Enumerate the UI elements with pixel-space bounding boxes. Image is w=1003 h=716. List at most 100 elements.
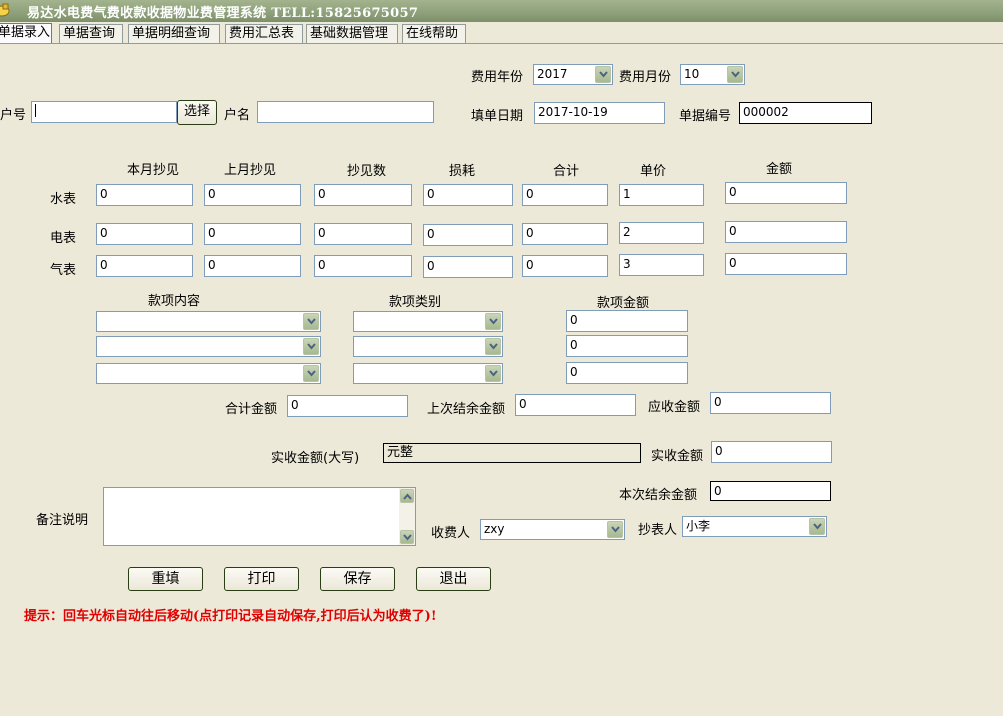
tab-online-help[interactable]: 在线帮助 (402, 24, 466, 43)
electric-price-input[interactable]: 2 (619, 222, 704, 244)
gas-previous-input[interactable]: 0 (204, 255, 301, 277)
item-content-header: 款项内容 (148, 294, 201, 309)
gas-subtotal-input[interactable]: 0 (522, 255, 608, 277)
water-loss-input[interactable]: 0 (423, 184, 513, 206)
month-label: 费用月份 (619, 70, 672, 85)
item-type-select-3[interactable] (353, 363, 503, 384)
item-amount-header: 款项金额 (597, 296, 650, 311)
item-type-select-1[interactable] (353, 311, 503, 332)
tab-basic-data[interactable]: 基础数据管理 (306, 24, 398, 43)
item-content-select-2[interactable] (96, 336, 321, 357)
account-input[interactable] (31, 101, 177, 123)
water-price-input[interactable]: 1 (619, 184, 704, 206)
tab-detail-query[interactable]: 单据明细查询 (128, 24, 220, 43)
gas-amount-input[interactable]: 0 (725, 253, 847, 275)
chevron-down-icon[interactable] (303, 338, 319, 355)
month-value: 10 (684, 67, 700, 81)
year-value: 2017 (537, 67, 568, 81)
docno-label: 单据编号 (679, 109, 732, 124)
reader-select[interactable]: 小李 (682, 516, 827, 537)
water-amount-input[interactable]: 0 (725, 182, 847, 204)
chevron-down-icon[interactable] (809, 518, 825, 535)
water-current-input[interactable]: 0 (96, 184, 193, 206)
water-meter-label: 水表 (50, 192, 77, 207)
tab-divider (0, 43, 1003, 44)
exit-button[interactable]: 退出 (416, 567, 491, 591)
title-bar: 易达水电费气费收款收据物业费管理系统 TELL:15825675057 (0, 0, 1003, 22)
col-amount: 金额 (766, 162, 793, 177)
gas-loss-input[interactable]: 0 (423, 256, 513, 278)
water-previous-input[interactable]: 0 (204, 184, 301, 206)
electric-count-input[interactable]: 0 (314, 223, 412, 245)
app-icon (0, 3, 10, 17)
gas-meter-label: 气表 (50, 263, 77, 278)
remarks-textarea[interactable] (103, 487, 416, 546)
paid-upper-display: 元整 (383, 443, 641, 463)
item-content-select-3[interactable] (96, 363, 321, 384)
tab-fee-summary[interactable]: 费用汇总表 (225, 24, 303, 43)
print-button[interactable]: 打印 (224, 567, 299, 591)
col-unit-price: 单价 (640, 164, 667, 179)
window-title: 易达水电费气费收款收据物业费管理系统 TELL:15825675057 (27, 6, 419, 21)
item-type-header: 款项类别 (389, 295, 442, 310)
col-loss: 损耗 (449, 164, 476, 179)
col-reading-count: 抄见数 (347, 164, 387, 179)
col-subtotal: 合计 (553, 164, 580, 179)
paid-input[interactable]: 0 (711, 441, 832, 463)
electric-previous-input[interactable]: 0 (204, 223, 301, 245)
electric-loss-input[interactable]: 0 (423, 224, 513, 246)
item-type-select-2[interactable] (353, 336, 503, 357)
electric-amount-input[interactable]: 0 (725, 221, 847, 243)
last-balance-input[interactable]: 0 (515, 394, 636, 416)
chevron-down-icon[interactable] (595, 66, 611, 83)
reader-label: 抄表人 (638, 523, 678, 538)
item-content-select-1[interactable] (96, 311, 321, 332)
scroll-down-icon[interactable] (400, 530, 414, 544)
item-amount-input-1[interactable]: 0 (566, 310, 688, 332)
docno-input[interactable]: 000002 (739, 102, 872, 124)
tab-receipt-entry[interactable]: 单据录入 (0, 23, 52, 44)
collector-label: 收费人 (431, 526, 471, 541)
chevron-down-icon[interactable] (485, 313, 501, 330)
gas-count-input[interactable]: 0 (314, 255, 412, 277)
chevron-down-icon[interactable] (303, 365, 319, 382)
remarks-scrollbar[interactable] (399, 488, 415, 545)
receivable-label: 应收金额 (648, 400, 701, 415)
last-balance-label: 上次结余金额 (427, 402, 506, 417)
electric-meter-label: 电表 (50, 231, 77, 246)
chevron-down-icon[interactable] (303, 313, 319, 330)
chevron-down-icon[interactable] (727, 66, 743, 83)
electric-current-input[interactable]: 0 (96, 223, 193, 245)
balance-label: 本次结余金额 (619, 488, 698, 503)
date-label: 填单日期 (471, 109, 524, 124)
save-button[interactable]: 保存 (320, 567, 395, 591)
tab-receipt-query[interactable]: 单据查询 (59, 24, 123, 43)
hint-text: 提示：回车光标自动往后移动(点打印记录自动保存,打印后认为收费了)! (24, 609, 437, 624)
text-cursor (35, 104, 36, 117)
name-input[interactable] (257, 101, 434, 123)
paid-upper-label: 实收金额(大写) (271, 451, 360, 466)
item-amount-input-3[interactable]: 0 (566, 362, 688, 384)
collector-select[interactable]: zxy (480, 519, 625, 540)
balance-input[interactable]: 0 (710, 481, 831, 501)
water-count-input[interactable]: 0 (314, 184, 412, 206)
col-current-reading: 本月抄见 (127, 163, 180, 178)
item-amount-input-2[interactable]: 0 (566, 335, 688, 357)
scroll-up-icon[interactable] (400, 489, 414, 503)
date-input[interactable]: 2017-10-19 (534, 102, 665, 124)
month-select[interactable]: 10 (680, 64, 745, 85)
select-account-button[interactable]: 选择 (177, 100, 217, 125)
year-select[interactable]: 2017 (533, 64, 613, 85)
electric-subtotal-input[interactable]: 0 (522, 223, 608, 245)
reset-button[interactable]: 重填 (128, 567, 203, 591)
receivable-input[interactable]: 0 (710, 392, 831, 414)
water-subtotal-input[interactable]: 0 (522, 184, 608, 206)
total-amount-input[interactable]: 0 (287, 395, 408, 417)
gas-current-input[interactable]: 0 (96, 255, 193, 277)
name-label: 户名 (224, 108, 251, 123)
total-amount-label: 合计金额 (225, 402, 278, 417)
chevron-down-icon[interactable] (607, 521, 623, 538)
chevron-down-icon[interactable] (485, 338, 501, 355)
gas-price-input[interactable]: 3 (619, 254, 704, 276)
chevron-down-icon[interactable] (485, 365, 501, 382)
